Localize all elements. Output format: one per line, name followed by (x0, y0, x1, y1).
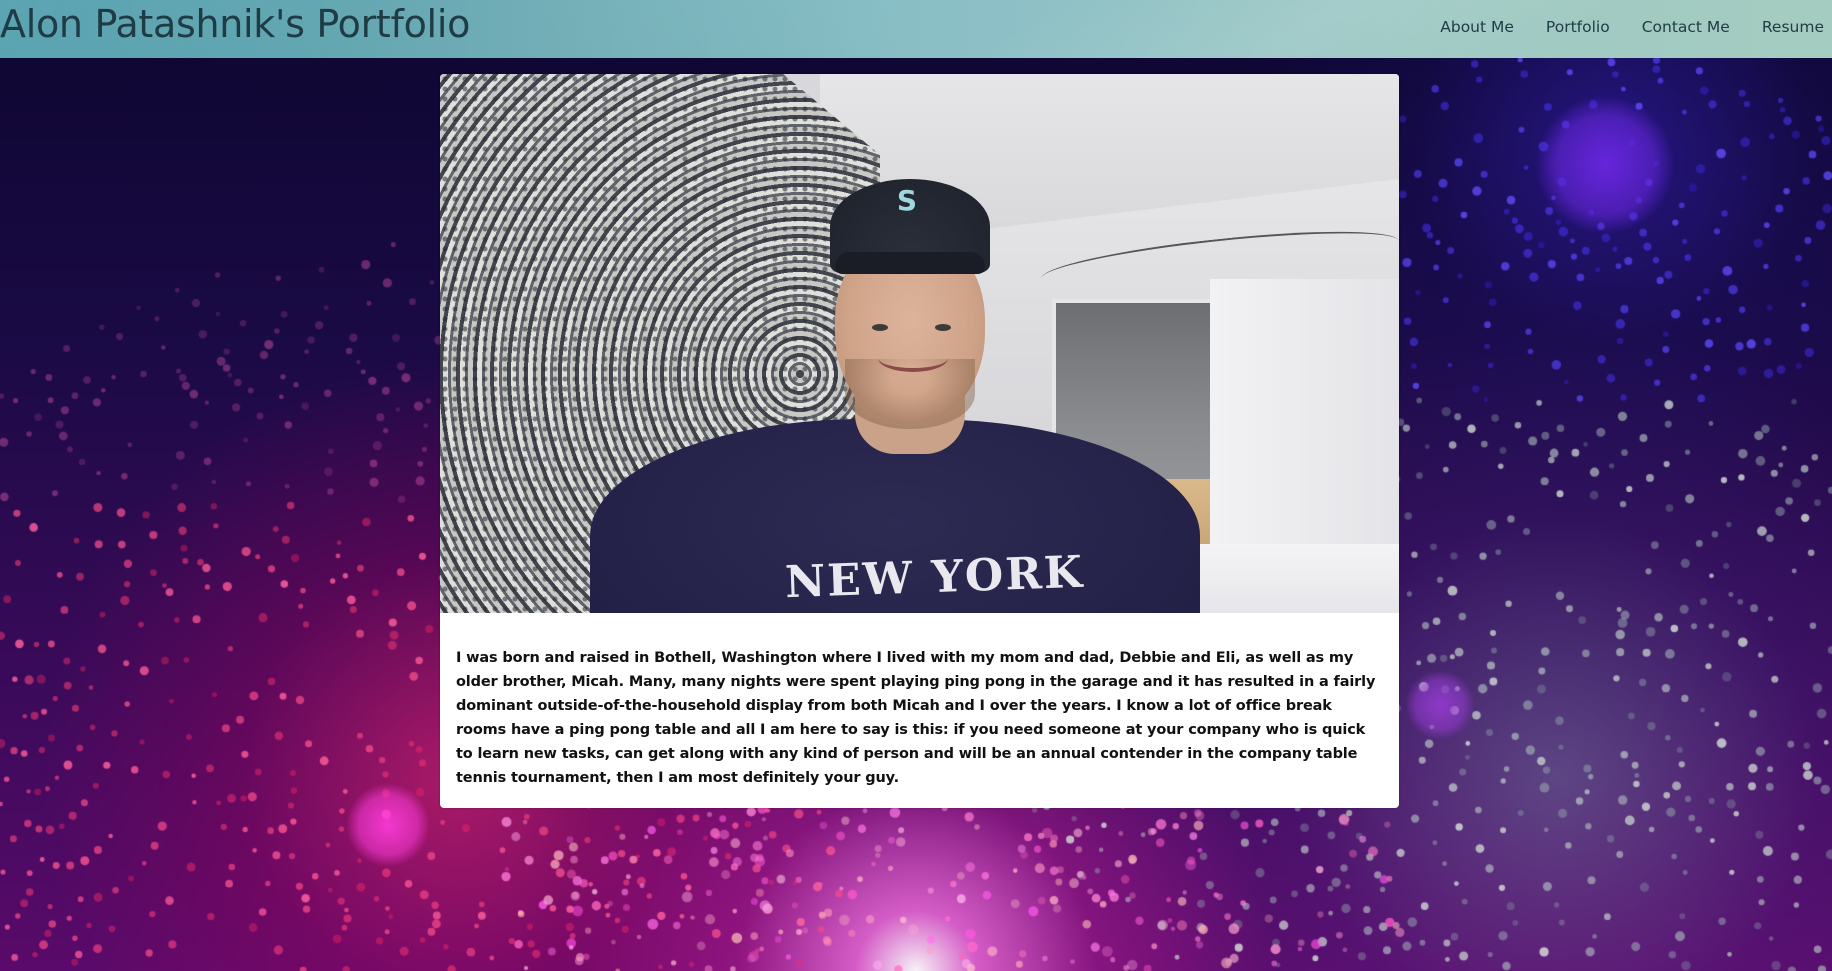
site-brand[interactable]: Alon Patashnik's Portfolio (0, 1, 470, 47)
nav-portfolio[interactable]: Portfolio (1546, 18, 1610, 36)
top-navbar: Alon Patashnik's Portfolio About Me Port… (0, 0, 1832, 58)
photo-smile (878, 344, 948, 372)
photo-shirt-text: NEW YORK (784, 546, 1085, 609)
photo-right-eye (935, 324, 951, 331)
photo-left-eye (872, 324, 888, 331)
photo-cap-logo: S (896, 184, 918, 217)
profile-photo: NEW YORK S (440, 74, 1399, 613)
nav-contact-me[interactable]: Contact Me (1642, 18, 1730, 36)
about-card: NEW YORK S I was born and raised in Both… (440, 74, 1399, 808)
photo-cap-brim (835, 252, 985, 274)
nav-about-me[interactable]: About Me (1440, 18, 1514, 36)
about-bio-text: I was born and raised in Bothell, Washin… (456, 649, 1376, 786)
nav-resume[interactable]: Resume (1762, 18, 1824, 36)
nav-links: About Me Portfolio Contact Me Resume (1408, 18, 1824, 36)
